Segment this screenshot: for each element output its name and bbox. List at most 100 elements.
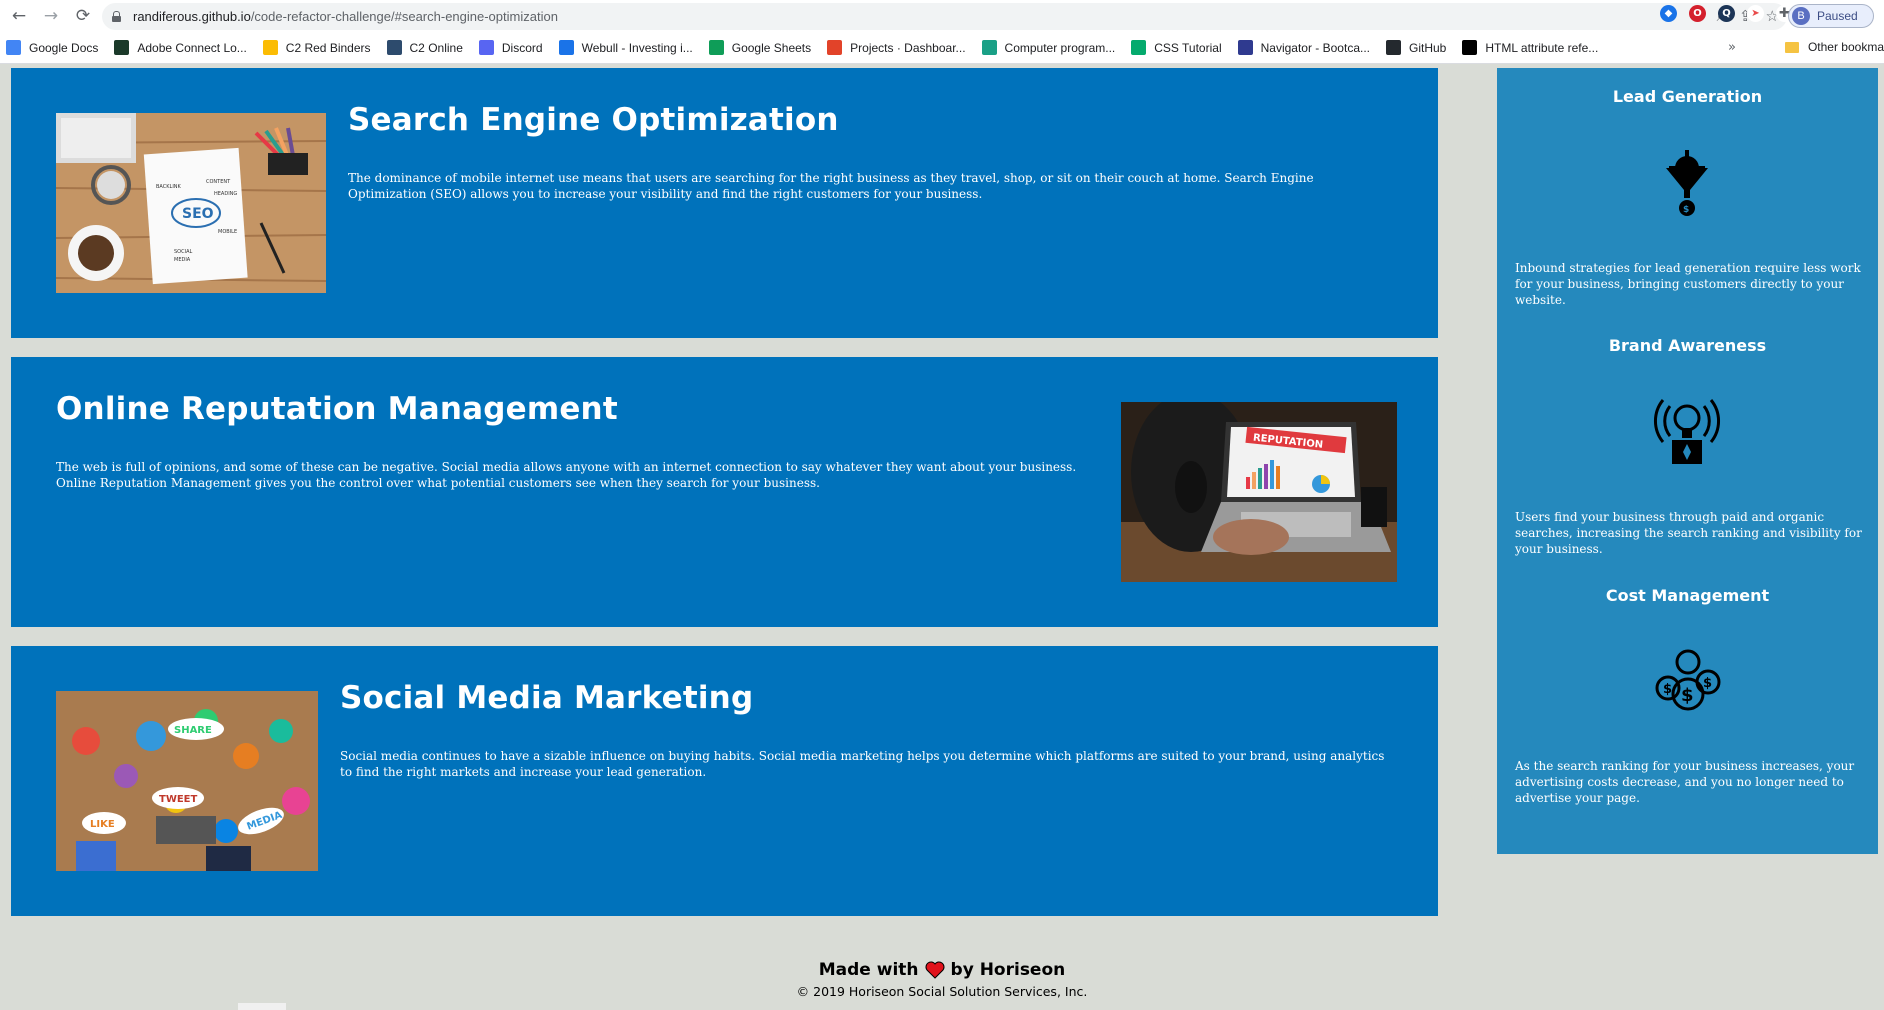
bookmarks-bar: Google Docs Adobe Connect Lo... C2 Red Bin… — [0, 32, 1884, 64]
benefit-title: Lead Generation — [1612, 87, 1763, 106]
reputation-section: Online Reputation Management The web is … — [11, 357, 1438, 627]
heart-icon — [925, 961, 945, 979]
codecademy-icon — [981, 40, 997, 55]
bookmark-item[interactable]: C2 Red Binders — [262, 40, 371, 55]
benefit-text: Inbound strategies for lead generation r… — [1515, 261, 1861, 307]
bookmark-label: C2 Online — [409, 40, 463, 55]
benefit-title: Brand Awareness — [1608, 336, 1767, 355]
bookmark-item[interactable]: CSS Tutorial — [1131, 40, 1222, 55]
extension-shield-icon[interactable]: ◆ — [1660, 5, 1677, 22]
w3schools-icon — [1131, 40, 1147, 55]
bookmark-item[interactable]: C2 Online — [386, 40, 463, 55]
c2-icon — [386, 40, 402, 55]
svg-text:MOBILE: MOBILE — [218, 229, 237, 235]
benefit-text: As the search ranking for your business … — [1515, 759, 1855, 805]
social-media-table-image: SHARE TWEET LIKE MEDIA — [56, 691, 318, 871]
footer-heading: Made with by Horiseon — [0, 960, 1884, 980]
bookmark-item[interactable]: Navigator - Bootca... — [1237, 40, 1370, 55]
bookmark-label: Projects · Dashboar... — [850, 40, 966, 55]
bookmark-item[interactable]: GitHub — [1386, 40, 1446, 55]
bookmark-item[interactable]: Discord — [478, 40, 543, 55]
svg-text:SOCIAL: SOCIAL — [174, 249, 192, 255]
github-icon — [1386, 40, 1401, 55]
cost-management-icon: $ $ $ — [1652, 644, 1722, 716]
bookmark-label: Webull - Investing i... — [581, 40, 693, 55]
bookmark-item[interactable]: Adobe Connect Lo... — [114, 40, 247, 55]
svg-text:BACKLINK: BACKLINK — [156, 184, 182, 190]
google-sheets-icon — [708, 40, 724, 55]
bookmark-label: Adobe Connect Lo... — [137, 40, 247, 55]
google-docs-icon — [6, 40, 21, 55]
bookmark-label: HTML attribute refe... — [1485, 40, 1599, 55]
bookmark-label: Computer program... — [1004, 40, 1116, 55]
bookmark-label: C2 Red Binders — [285, 40, 371, 55]
url-path: /code-refactor-challenge/#search-engine-… — [250, 9, 558, 24]
navigator-icon — [1237, 40, 1253, 55]
horizontal-scrollbar[interactable] — [238, 1003, 286, 1010]
bookmark-item[interactable]: Projects · Dashboar... — [827, 40, 966, 55]
benefits-panel: Lead Generation $ Inbound strategies for… — [1497, 68, 1878, 854]
folder-icon — [1784, 41, 1799, 53]
card-title: Online Reputation Management — [56, 391, 618, 427]
google-drive-icon — [262, 40, 278, 55]
bookmarks-overflow-button[interactable]: » — [1728, 40, 1736, 55]
page-footer: Made with by Horiseon © 2019 Horiseon So… — [0, 960, 1884, 999]
seo-section: SEO BACKLINK CONTENT HEADING MOBILE SOCIAL… — [11, 68, 1438, 338]
copyright-text: © 2019 Horiseon Social Solution Services… — [796, 984, 1088, 999]
svg-text:$: $ — [1703, 676, 1712, 691]
card-text: Social media continues to have a sizable… — [340, 749, 1385, 779]
seo-notebook-image: SEO BACKLINK CONTENT HEADING MOBILE SOCIAL… — [56, 113, 326, 293]
bookmark-item[interactable]: HTML attribute refe... — [1462, 40, 1598, 55]
share-word: SHARE — [174, 725, 212, 736]
forward-arrow-icon[interactable]: → — [38, 3, 64, 29]
svg-text:CONTENT: CONTENT — [206, 179, 231, 185]
back-arrow-icon[interactable]: ← — [6, 3, 32, 29]
card-text: The dominance of mobile internet use mea… — [348, 171, 1314, 201]
extension-opera-icon[interactable]: O — [1689, 5, 1706, 22]
social-media-section: SHARE TWEET LIKE MEDIA Social Media Mark… — [11, 646, 1438, 916]
svg-text:HEADING: HEADING — [214, 191, 237, 197]
svg-text:SEO: SEO — [182, 206, 214, 222]
url-host: randiferous.github.io — [133, 9, 251, 24]
discord-icon — [478, 40, 494, 55]
adobe-connect-icon — [114, 40, 130, 55]
by-horiseon-text: by Horiseon — [950, 960, 1066, 980]
other-bookmarks-label: Other bookma — [1807, 40, 1884, 54]
avatar: B — [1792, 7, 1810, 25]
profile-button[interactable]: B Paused — [1788, 4, 1874, 28]
svg-text:$: $ — [1681, 685, 1694, 706]
webull-icon — [558, 40, 574, 55]
address-bar[interactable]: randiferous.github.io/code-refactor-chal… — [102, 3, 1787, 30]
other-bookmarks-folder[interactable]: Other bookma — [1784, 40, 1884, 54]
lead-generation-icon: $ — [1652, 146, 1722, 218]
browser-toolbar: ← → ⟳ randiferous.github.io/code-refacto… — [0, 0, 1884, 32]
url-text[interactable]: randiferous.github.io/code-refactor-chal… — [133, 9, 558, 24]
svg-text:MEDIA: MEDIA — [174, 257, 191, 263]
bookmark-item[interactable]: Computer program... — [981, 40, 1116, 55]
bookmark-item[interactable]: Google Sheets — [708, 40, 812, 55]
svg-text:$: $ — [1683, 205, 1689, 215]
card-title: Social Media Marketing — [340, 680, 754, 716]
bookmark-label: Discord — [501, 40, 543, 55]
extension-lens-icon[interactable]: Q — [1718, 5, 1735, 22]
bookmark-label: Google Sheets — [731, 40, 812, 55]
bookmark-item[interactable]: Webull - Investing i... — [558, 40, 693, 55]
bookmark-label: CSS Tutorial — [1154, 40, 1222, 55]
profile-status: Paused — [1817, 9, 1858, 23]
lock-icon[interactable] — [112, 11, 121, 22]
card-text: The web is full of opinions, and some of… — [56, 460, 1077, 490]
benefit-title: Cost Management — [1605, 586, 1770, 605]
benefit-text: Users find your business through paid an… — [1515, 510, 1862, 556]
brand-awareness-icon — [1652, 394, 1722, 466]
reload-icon[interactable]: ⟳ — [70, 3, 96, 29]
gitlab-icon — [827, 40, 843, 55]
mdn-icon — [1462, 40, 1478, 55]
bookmark-label: GitHub — [1409, 40, 1447, 55]
tweet-word: TWEET — [159, 794, 198, 805]
reputation-laptop-image: REPUTATION — [1121, 402, 1397, 582]
bookmark-item[interactable]: Google Docs — [6, 40, 98, 55]
bookmark-label: Google Docs — [29, 40, 99, 55]
made-with-text: Made with — [818, 960, 919, 980]
bookmark-label: Navigator - Bootca... — [1260, 40, 1370, 55]
extension-arrow-icon[interactable]: ➤ — [1747, 5, 1764, 22]
